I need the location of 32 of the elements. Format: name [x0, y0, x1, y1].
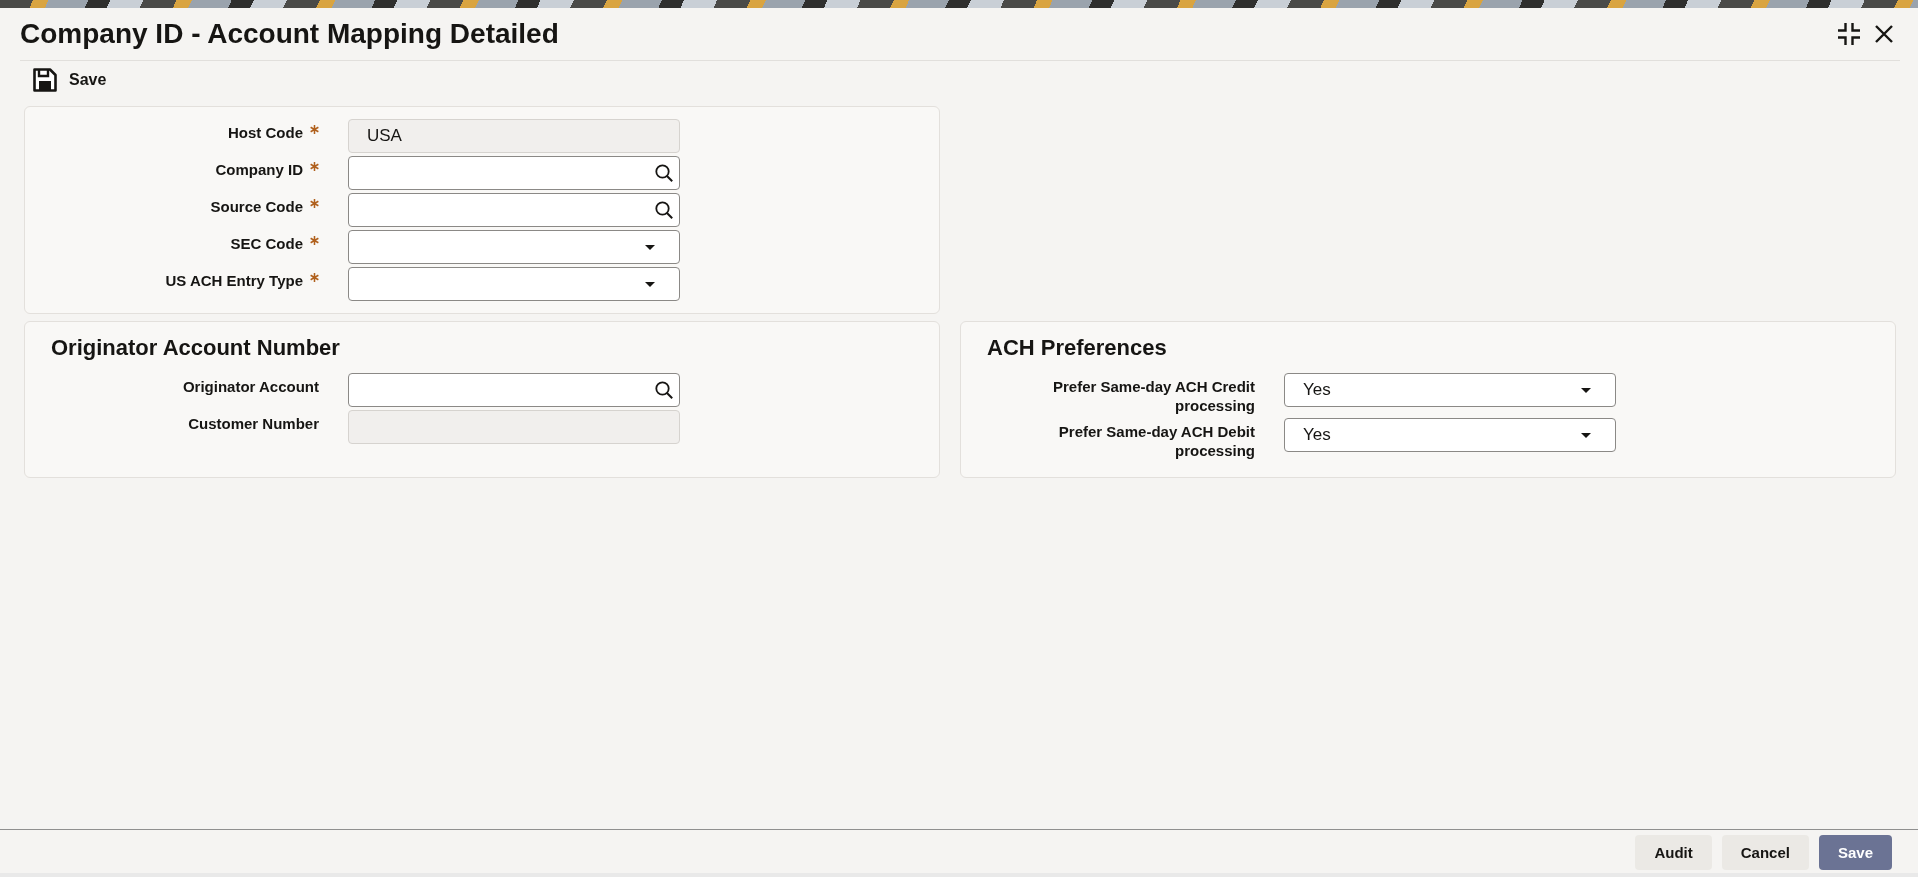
- caret-icon: [645, 281, 655, 287]
- lookup-field[interactable]: [348, 193, 680, 227]
- primary-button[interactable]: Save: [1818, 835, 1892, 870]
- search-icon[interactable]: [655, 201, 673, 219]
- caret-icon: [1581, 432, 1591, 438]
- dropdown-field[interactable]: Yes: [1284, 418, 1616, 452]
- search-icon[interactable]: [655, 381, 673, 399]
- field-label: Company ID: [215, 160, 303, 179]
- search-icon[interactable]: [655, 164, 673, 182]
- field-label: Host Code: [228, 123, 303, 142]
- dropdown-field[interactable]: [348, 230, 680, 264]
- secondary-button[interactable]: Cancel: [1721, 835, 1809, 870]
- lookup-field[interactable]: [348, 373, 680, 407]
- secondary-button[interactable]: Audit: [1635, 835, 1712, 870]
- compress-icon[interactable]: [1837, 22, 1861, 46]
- window-title: Company ID - Account Mapping Detailed: [20, 17, 559, 51]
- dropdown-field[interactable]: Yes: [1284, 373, 1616, 407]
- field-label: Originator Account: [182, 377, 319, 396]
- field-label: SEC Code: [230, 234, 303, 253]
- caret-icon: [1581, 387, 1591, 393]
- caret-icon: [645, 244, 655, 250]
- field-label: Customer Number: [188, 414, 319, 433]
- toolbar-button[interactable]: Save: [33, 68, 107, 92]
- section-heading: Originator Account Number: [51, 335, 341, 361]
- lookup-field[interactable]: [348, 156, 680, 190]
- section-heading: ACH Preferences: [987, 335, 1168, 361]
- field-label: US ACH Entry Type: [165, 271, 303, 290]
- field-label: Source Code: [210, 197, 303, 216]
- dropdown-field[interactable]: [348, 267, 680, 301]
- field-label: Prefer Same-day ACH Credit processing: [1052, 377, 1255, 415]
- close-icon[interactable]: [1875, 25, 1893, 43]
- field-label: Prefer Same-day ACH Debit processing: [1057, 422, 1255, 460]
